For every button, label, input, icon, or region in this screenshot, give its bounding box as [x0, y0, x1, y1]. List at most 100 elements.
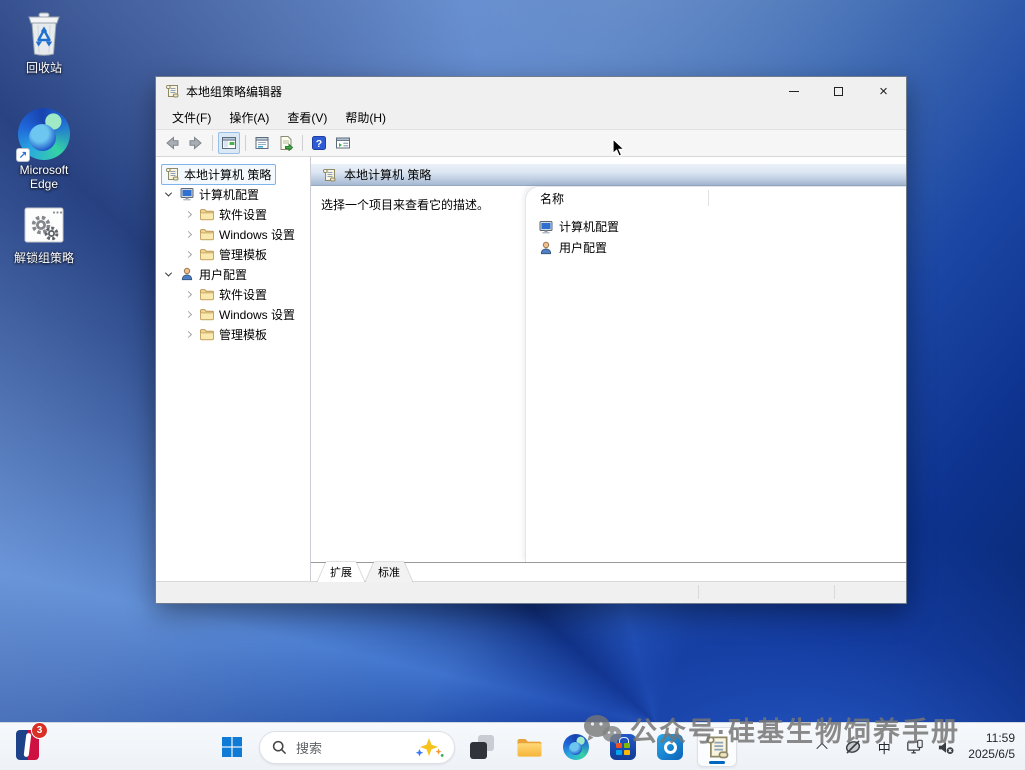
search-input[interactable]: 搜索: [259, 731, 455, 764]
menu-view[interactable]: 查看(V): [279, 106, 335, 129]
menu-action[interactable]: 操作(A): [221, 106, 277, 129]
ime-indicator[interactable]: 中: [875, 738, 893, 756]
tree-item-label: 管理模板: [219, 246, 267, 263]
computer-icon: [538, 219, 554, 235]
tab-extended[interactable]: 扩展: [317, 562, 365, 583]
window-app-icon: [164, 83, 180, 99]
tree-item-software-settings[interactable]: 软件设置: [156, 204, 310, 224]
chevron-right-icon[interactable]: [182, 312, 195, 317]
file-explorer-icon: [516, 735, 543, 759]
extended-view-button[interactable]: [332, 132, 354, 154]
forward-button[interactable]: [185, 132, 207, 154]
pen-disabled-icon[interactable]: [844, 738, 862, 756]
toolbar: ?: [156, 130, 906, 157]
computer-icon: [179, 186, 195, 202]
properties-icon: [254, 135, 270, 151]
console-tree-icon: [221, 135, 237, 151]
chevron-down-icon[interactable]: [162, 192, 175, 197]
minimize-button[interactable]: [771, 77, 816, 105]
task-view-button[interactable]: [462, 727, 502, 767]
menu-help[interactable]: 帮助(H): [337, 106, 394, 129]
window-title: 本地组策略编辑器: [186, 83, 765, 100]
folder-icon: [199, 286, 215, 302]
tree-item-label: 用户配置: [199, 266, 247, 283]
result-body: 选择一个项目来查看它的描述。 名称 计算机配置: [311, 186, 906, 562]
help-button[interactable]: ?: [308, 132, 330, 154]
status-separator: [834, 585, 835, 599]
selection-hint-text: 选择一个项目来查看它的描述。: [321, 196, 489, 213]
result-header-title: 本地计算机 策略: [344, 166, 431, 183]
desktop-icon-edge[interactable]: ↗ Microsoft Edge: [6, 108, 82, 192]
chevron-right-icon[interactable]: [182, 292, 195, 297]
chevron-right-icon[interactable]: [182, 212, 195, 217]
export-list-icon: [278, 135, 294, 151]
taskbar-app-store[interactable]: [603, 727, 643, 767]
tree-item-user-config[interactable]: 用户配置: [156, 264, 310, 284]
tree-item-label: 计算机配置: [199, 186, 259, 203]
column-header-name[interactable]: 名称: [526, 187, 906, 209]
back-button[interactable]: [161, 132, 183, 154]
properties-button[interactable]: [251, 132, 273, 154]
tree-item-windows-settings[interactable]: Windows 设置: [156, 224, 310, 244]
user-icon: [538, 240, 554, 256]
tree-item-windows-settings-user[interactable]: Windows 设置: [156, 304, 310, 324]
taskbar-app-edge[interactable]: [556, 727, 596, 767]
menu-bar: 文件(F) 操作(A) 查看(V) 帮助(H): [156, 105, 906, 130]
menu-file[interactable]: 文件(F): [164, 106, 219, 129]
tree-item-computer-config[interactable]: 计算机配置: [156, 184, 310, 204]
shortcut-arrow-icon: ↗: [16, 148, 30, 162]
list-item-computer-config[interactable]: 计算机配置: [526, 216, 906, 237]
svg-text:?: ?: [316, 138, 322, 150]
tree-item-software-settings-user[interactable]: 软件设置: [156, 284, 310, 304]
folder-icon: [199, 326, 215, 342]
tray-overflow-chevron[interactable]: [813, 738, 831, 756]
tree-item-label: Windows 设置: [219, 306, 295, 323]
desktop-icon-unlock-gpo[interactable]: 解锁组策略: [6, 204, 82, 266]
desktop-screen: 回收站 ↗ Microsoft Edge 解锁组策略 本地组策略编辑器 ×: [0, 0, 1025, 770]
status-bar: [156, 582, 906, 603]
folder-icon: [199, 246, 215, 262]
gpo-scroll-icon: [703, 733, 731, 761]
column-divider[interactable]: [708, 190, 709, 206]
taskbar: 3 搜索: [0, 722, 1025, 770]
tab-standard[interactable]: 标准: [365, 562, 413, 583]
taskbar-app-explorer[interactable]: [509, 727, 549, 767]
folder-icon: [199, 306, 215, 322]
show-console-tree-button[interactable]: [218, 132, 240, 154]
gears-app-icon: [20, 204, 68, 248]
chevron-right-icon[interactable]: [182, 332, 195, 337]
result-pane: 本地计算机 策略 选择一个项目来查看它的描述。 名称 计算机配置: [311, 157, 906, 581]
tree-item-admin-templates[interactable]: 管理模板: [156, 244, 310, 264]
close-button[interactable]: ×: [861, 77, 906, 105]
taskbar-app-nba[interactable]: 3: [16, 730, 39, 760]
tray-clock[interactable]: 11:59 2025/6/5: [968, 731, 1015, 762]
task-view-icon: [470, 735, 494, 759]
forward-arrow-icon: [188, 135, 204, 151]
desktop-icon-recycle-bin[interactable]: 回收站: [6, 10, 82, 76]
tree-item-admin-templates-user[interactable]: 管理模板: [156, 324, 310, 344]
maximize-button[interactable]: [816, 77, 861, 105]
gpo-scroll-icon: [321, 167, 337, 183]
chevron-down-icon[interactable]: [162, 272, 175, 277]
folder-icon: [199, 226, 215, 242]
export-list-button[interactable]: [275, 132, 297, 154]
start-button[interactable]: [212, 727, 252, 767]
search-placeholder: 搜索: [296, 738, 405, 757]
toolbar-separator: [245, 135, 246, 151]
folder-icon: [199, 206, 215, 222]
notification-badge: 3: [31, 722, 48, 739]
window-titlebar[interactable]: 本地组策略编辑器 ×: [156, 77, 906, 105]
search-icon: [272, 740, 287, 755]
list-item-user-config[interactable]: 用户配置: [526, 237, 906, 258]
extended-view-icon: [335, 135, 351, 151]
volume-muted-icon[interactable]: [937, 738, 955, 756]
taskbar-app-gpedit-active[interactable]: [697, 727, 737, 767]
chevron-right-icon[interactable]: [182, 252, 195, 257]
tree-item-label: 软件设置: [219, 206, 267, 223]
cast-device-icon[interactable]: [906, 738, 924, 756]
taskbar-app-outlook[interactable]: [650, 727, 690, 767]
tree-item-label: Windows 设置: [219, 226, 295, 243]
back-arrow-icon: [164, 135, 180, 151]
tree-item-local-computer-policy[interactable]: 本地计算机 策略: [156, 164, 310, 184]
chevron-right-icon[interactable]: [182, 232, 195, 237]
